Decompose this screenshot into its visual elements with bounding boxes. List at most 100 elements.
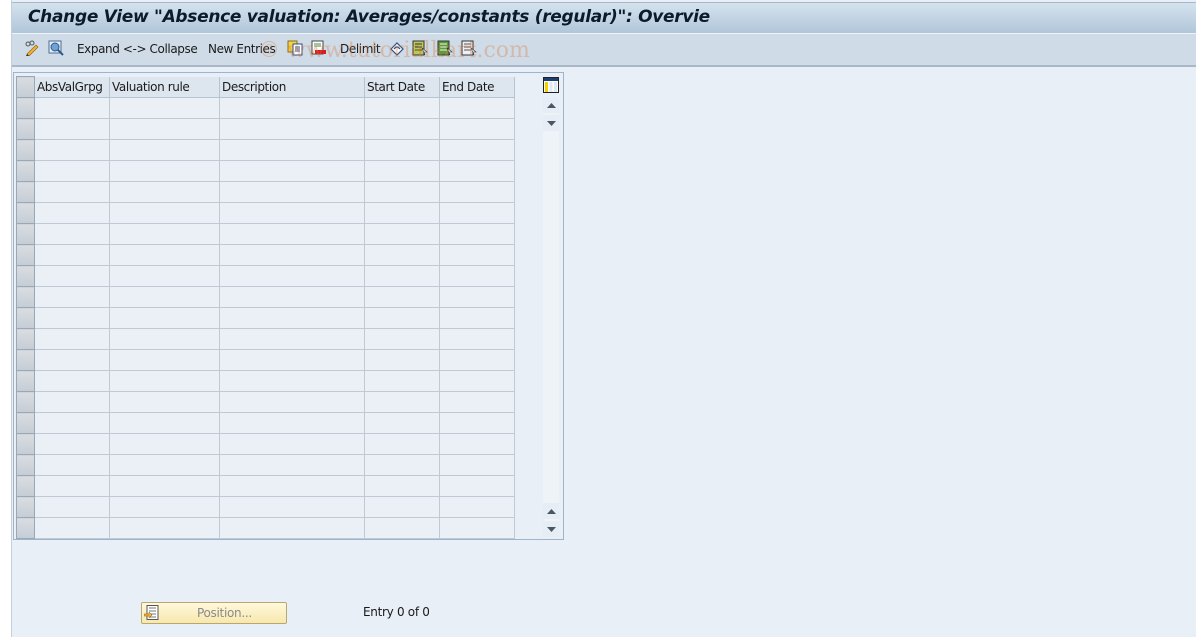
table-cell[interactable] [219, 139, 365, 161]
table-cell[interactable] [439, 328, 515, 350]
table-cell[interactable] [34, 202, 110, 224]
table-cell[interactable] [34, 391, 110, 413]
table-cell[interactable] [439, 265, 515, 287]
column-header-end-date[interactable]: End Date [439, 76, 515, 98]
copy-as-icon[interactable] [287, 40, 303, 56]
table-cell[interactable] [34, 265, 110, 287]
table-cell[interactable] [109, 475, 220, 497]
table-cell[interactable] [109, 265, 220, 287]
table-cell[interactable] [219, 97, 365, 119]
table-cell[interactable] [219, 160, 365, 182]
table-cell[interactable] [364, 223, 440, 245]
table-cell[interactable] [364, 265, 440, 287]
row-selector[interactable] [16, 118, 35, 140]
row-selector[interactable] [16, 391, 35, 413]
table-cell[interactable] [34, 412, 110, 434]
table-cell[interactable] [109, 496, 220, 518]
table-cell[interactable] [109, 202, 220, 224]
table-cell[interactable] [439, 496, 515, 518]
table-cell[interactable] [109, 433, 220, 455]
table-settings-icon[interactable] [543, 77, 559, 93]
row-selector[interactable] [16, 412, 35, 434]
row-selector[interactable] [16, 475, 35, 497]
table-cell[interactable] [219, 454, 365, 476]
table-cell[interactable] [439, 244, 515, 266]
table-cell[interactable] [364, 391, 440, 413]
table-cell[interactable] [34, 223, 110, 245]
table-cell[interactable] [219, 391, 365, 413]
page-up-button[interactable] [543, 503, 559, 519]
table-cell[interactable] [219, 181, 365, 203]
row-selector[interactable] [16, 328, 35, 350]
column-header-valuation-rule[interactable]: Valuation rule [109, 76, 220, 98]
table-cell[interactable] [219, 244, 365, 266]
row-selector[interactable] [16, 223, 35, 245]
table-cell[interactable] [439, 412, 515, 434]
table-cell[interactable] [109, 328, 220, 350]
table-cell[interactable] [34, 475, 110, 497]
table-cell[interactable] [109, 286, 220, 308]
table-cell[interactable] [219, 223, 365, 245]
table-cell[interactable] [34, 496, 110, 518]
table-cell[interactable] [439, 454, 515, 476]
table-cell[interactable] [364, 454, 440, 476]
row-selector[interactable] [16, 433, 35, 455]
table-cell[interactable] [34, 118, 110, 140]
row-selector[interactable] [16, 160, 35, 182]
table-cell[interactable] [364, 244, 440, 266]
table-cell[interactable] [34, 307, 110, 329]
table-cell[interactable] [219, 433, 365, 455]
table-cell[interactable] [109, 139, 220, 161]
row-selector[interactable] [16, 286, 35, 308]
delete-icon[interactable] [311, 40, 327, 56]
row-selector[interactable] [16, 370, 35, 392]
table-cell[interactable] [364, 202, 440, 224]
table-cell[interactable] [109, 349, 220, 371]
table-cell[interactable] [439, 286, 515, 308]
table-cell[interactable] [439, 139, 515, 161]
column-header-absvalgrpg[interactable]: AbsValGrpg [34, 76, 110, 98]
details-icon[interactable] [48, 40, 64, 56]
table-cell[interactable] [439, 433, 515, 455]
table-cell[interactable] [439, 160, 515, 182]
table-cell[interactable] [219, 265, 365, 287]
table-cell[interactable] [439, 97, 515, 119]
table-cell[interactable] [364, 370, 440, 392]
table-cell[interactable] [109, 412, 220, 434]
table-cell[interactable] [364, 433, 440, 455]
table-cell[interactable] [219, 349, 365, 371]
table-cell[interactable] [219, 412, 365, 434]
row-selector[interactable] [16, 202, 35, 224]
table-cell[interactable] [34, 244, 110, 266]
table-cell[interactable] [364, 517, 440, 539]
table-cell[interactable] [439, 349, 515, 371]
scroll-down-button[interactable] [543, 115, 559, 131]
table-cell[interactable] [219, 202, 365, 224]
table-cell[interactable] [34, 181, 110, 203]
table-cell[interactable] [109, 97, 220, 119]
table-cell[interactable] [439, 202, 515, 224]
table-cell[interactable] [109, 181, 220, 203]
table-cell[interactable] [364, 286, 440, 308]
table-cell[interactable] [439, 517, 515, 539]
scroll-up-button[interactable] [543, 97, 559, 113]
table-cell[interactable] [364, 181, 440, 203]
row-selector[interactable] [16, 307, 35, 329]
table-cell[interactable] [364, 475, 440, 497]
table-cell[interactable] [439, 475, 515, 497]
deselect-all-icon[interactable] [461, 40, 477, 56]
expand-collapse-button[interactable]: Expand <-> Collapse [77, 40, 198, 58]
row-selector[interactable] [16, 244, 35, 266]
table-cell[interactable] [219, 307, 365, 329]
table-cell[interactable] [109, 118, 220, 140]
table-cell[interactable] [219, 286, 365, 308]
table-cell[interactable] [109, 454, 220, 476]
row-selector[interactable] [16, 454, 35, 476]
table-cell[interactable] [109, 244, 220, 266]
table-cell[interactable] [364, 328, 440, 350]
table-cell[interactable] [34, 160, 110, 182]
table-cell[interactable] [364, 349, 440, 371]
table-cell[interactable] [439, 118, 515, 140]
select-all-icon[interactable] [412, 40, 428, 56]
table-cell[interactable] [34, 139, 110, 161]
